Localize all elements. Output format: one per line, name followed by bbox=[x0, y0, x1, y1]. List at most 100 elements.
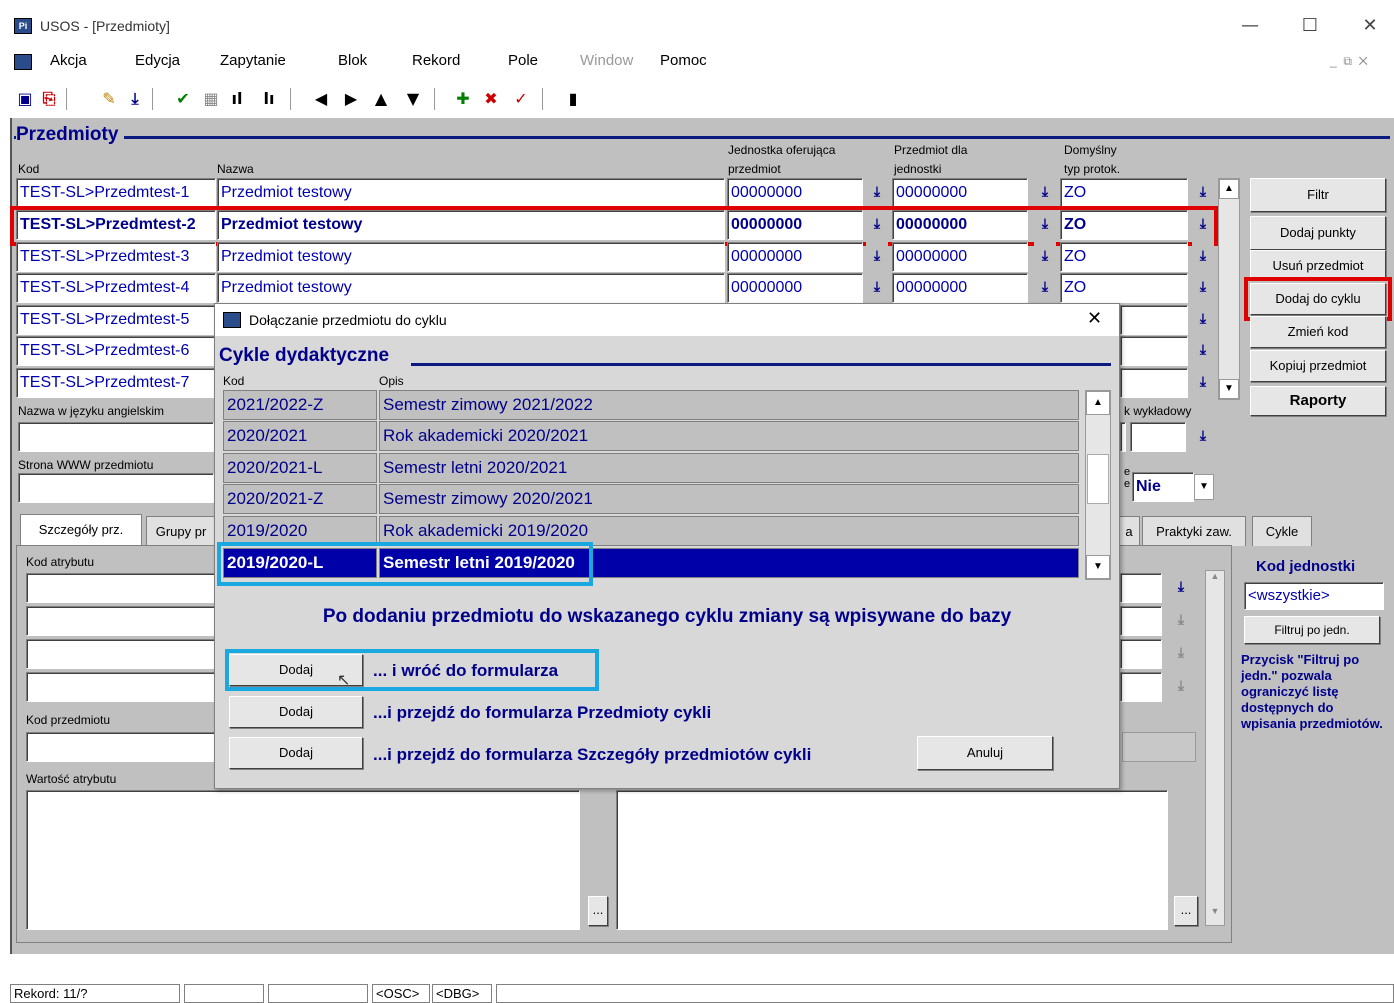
prev-record-icon[interactable]: ▲ bbox=[370, 88, 392, 110]
cycle-opis[interactable]: Rok akademicki 2020/2021 bbox=[379, 421, 1079, 451]
kopiuj-przedmiot-button[interactable]: Kopiuj przedmiot bbox=[1250, 350, 1386, 382]
scroll-up-icon[interactable]: ▲ bbox=[1206, 571, 1224, 589]
dropdown-icon[interactable]: ⤓ bbox=[1170, 672, 1192, 702]
cycle-opis[interactable]: Semestr zimowy 2020/2021 bbox=[379, 484, 1079, 514]
nie-select[interactable]: Nie bbox=[1132, 472, 1194, 502]
row-kod[interactable]: TEST-SL>Przedmtest-6 bbox=[16, 336, 216, 366]
jezyk-left-field[interactable] bbox=[1120, 422, 1126, 452]
attr-field[interactable] bbox=[1120, 672, 1162, 702]
menu-akcja[interactable]: Akcja bbox=[50, 52, 87, 69]
chevron-down-icon[interactable]: ▼ bbox=[1194, 474, 1214, 500]
dodaj-przedmioty-cykli-button[interactable]: Dodaj bbox=[229, 696, 363, 728]
anuluj-button[interactable]: Anuluj bbox=[917, 736, 1053, 770]
close-button[interactable]: ✕ bbox=[1350, 14, 1390, 38]
stats-icon[interactable]: lı bbox=[258, 88, 280, 110]
cycle-kod[interactable]: 2020/2021-L bbox=[223, 453, 377, 483]
row-jedn[interactable]: 00000000 bbox=[727, 242, 863, 272]
ellipsis-button[interactable]: ... bbox=[588, 896, 608, 926]
dropdown-icon[interactable]: ⤓ bbox=[1192, 273, 1214, 303]
edit-icon[interactable]: ✎ bbox=[98, 88, 120, 110]
attr-field[interactable] bbox=[1120, 639, 1162, 669]
menu-rekord[interactable]: Rekord bbox=[412, 52, 460, 69]
dropdown-icon[interactable]: ⤓ bbox=[1192, 422, 1214, 452]
usun-przedmiot-button[interactable]: Usuń przedmiot bbox=[1250, 250, 1386, 280]
row-typ[interactable] bbox=[1120, 305, 1188, 335]
app-menu-icon[interactable] bbox=[14, 54, 32, 70]
attr-field[interactable] bbox=[1120, 606, 1162, 636]
cycle-kod[interactable]: 2021/2022-Z bbox=[223, 390, 377, 420]
filtruj-button[interactable]: Filtruj po jedn. bbox=[1244, 616, 1380, 644]
dropdown-icon[interactable]: ⤓ bbox=[1170, 639, 1192, 669]
kod-atrybutu-input[interactable] bbox=[26, 639, 216, 669]
dropdown-icon[interactable]: ⤓ bbox=[1170, 606, 1192, 636]
dropdown-icon[interactable]: ⤓ bbox=[1192, 242, 1214, 272]
wartosc-atrybutu-textarea[interactable] bbox=[26, 790, 580, 930]
dropdown-icon[interactable]: ⤓ bbox=[1192, 368, 1214, 398]
dodaj-szczegoly-button[interactable]: Dodaj bbox=[229, 737, 363, 769]
wartosc-textarea-2[interactable] bbox=[616, 790, 1168, 930]
dropdown-icon[interactable]: ⤓ bbox=[866, 273, 888, 303]
query-run-icon[interactable]: ▦ bbox=[200, 88, 222, 110]
raporty-button[interactable]: Raporty bbox=[1250, 386, 1386, 416]
menu-edycja[interactable]: Edycja bbox=[135, 52, 180, 69]
kod-jednostki-input[interactable]: <wszystkie> bbox=[1244, 582, 1384, 610]
menu-pomoc[interactable]: Pomoc bbox=[660, 52, 707, 69]
tab-partial[interactable]: a bbox=[1118, 516, 1140, 546]
row-jedn[interactable]: 00000000 bbox=[727, 178, 863, 208]
scroll-down-icon[interactable]: ▼ bbox=[1086, 555, 1110, 579]
jezyk-field[interactable] bbox=[1130, 422, 1186, 452]
tab-praktyki[interactable]: Praktyki zaw. bbox=[1142, 516, 1246, 546]
row-nazwa[interactable]: Przedmiot testowy bbox=[217, 178, 725, 208]
dialog-close-icon[interactable]: ✕ bbox=[1087, 308, 1102, 329]
row-typ[interactable] bbox=[1120, 336, 1188, 366]
next-record-icon[interactable]: ▼ bbox=[402, 88, 424, 110]
dropdown-icon[interactable]: ⤓ bbox=[866, 178, 888, 208]
dropdown-icon[interactable]: ⤓ bbox=[1192, 178, 1214, 208]
scroll-up-icon[interactable]: ▲ bbox=[1086, 391, 1110, 415]
attr-field[interactable] bbox=[1120, 573, 1162, 603]
cycle-opis[interactable]: Semestr letni 2020/2021 bbox=[379, 453, 1079, 483]
dropdown-icon[interactable]: ⤓ bbox=[1192, 305, 1214, 335]
row-dla[interactable]: 00000000 bbox=[892, 242, 1028, 272]
dropdown-icon[interactable]: ⤓ bbox=[1034, 178, 1056, 208]
row-dla[interactable]: 00000000 bbox=[892, 273, 1028, 303]
exit-icon[interactable]: ⎘ bbox=[38, 88, 60, 110]
scroll-up-icon[interactable]: ▲ bbox=[1219, 179, 1239, 199]
row-kod[interactable]: TEST-SL>Przedmtest-3 bbox=[16, 242, 216, 272]
zmien-kod-button[interactable]: Zmień kod bbox=[1250, 316, 1386, 348]
filtr-button[interactable]: Filtr bbox=[1250, 178, 1386, 212]
scroll-down-icon[interactable]: ▼ bbox=[1206, 906, 1224, 924]
tab-grupy[interactable]: Grupy pr bbox=[146, 516, 216, 546]
dodaj-punkty-button[interactable]: Dodaj punkty bbox=[1250, 216, 1386, 250]
row-typ[interactable]: ZO bbox=[1060, 273, 1188, 303]
list-scrollbar[interactable] bbox=[1218, 178, 1240, 400]
cycle-kod[interactable]: 2020/2021-Z bbox=[223, 484, 377, 514]
row-kod[interactable]: TEST-SL>Przedmtest-1 bbox=[16, 178, 216, 208]
clear-icon[interactable]: ✓ bbox=[510, 88, 532, 110]
tab-szczegoly[interactable]: Szczegóły prz. bbox=[20, 514, 142, 546]
next-block-icon[interactable]: ▶ bbox=[340, 88, 362, 110]
nazwa-ang-input[interactable] bbox=[18, 422, 214, 452]
count-icon[interactable]: ıl bbox=[226, 88, 248, 110]
row-nazwa[interactable]: Przedmiot testowy bbox=[217, 273, 725, 303]
dropdown-icon[interactable]: ⤓ bbox=[1170, 573, 1192, 603]
dropdown-icon[interactable]: ⤓ bbox=[866, 242, 888, 272]
menu-pole[interactable]: Pole bbox=[508, 52, 538, 69]
cycle-opis[interactable]: Semestr zimowy 2021/2022 bbox=[379, 390, 1079, 420]
delete-record-icon[interactable]: ✖ bbox=[480, 88, 502, 110]
download-icon[interactable]: ⤓ bbox=[124, 88, 146, 110]
minimize-button[interactable]: — bbox=[1230, 14, 1270, 38]
insert-record-icon[interactable]: ✚ bbox=[452, 88, 474, 110]
menu-blok[interactable]: Blok bbox=[338, 52, 367, 69]
row-kod[interactable]: TEST-SL>Przedmtest-7 bbox=[16, 368, 216, 398]
query-icon[interactable]: ✔ bbox=[172, 88, 194, 110]
tab-cykle[interactable]: Cykle bbox=[1252, 516, 1312, 546]
save-icon[interactable]: ▣ bbox=[14, 88, 36, 110]
mdi-controls[interactable]: _ ⧉ ✕ bbox=[1330, 54, 1368, 69]
exit-door-icon[interactable]: ▮ bbox=[562, 88, 584, 110]
menu-zapytanie[interactable]: Zapytanie bbox=[220, 52, 286, 69]
row-dla[interactable]: 00000000 bbox=[892, 178, 1028, 208]
row-typ[interactable]: ZO bbox=[1060, 242, 1188, 272]
scroll-thumb[interactable] bbox=[1087, 454, 1109, 504]
attr-scrollbar[interactable] bbox=[1205, 570, 1225, 926]
